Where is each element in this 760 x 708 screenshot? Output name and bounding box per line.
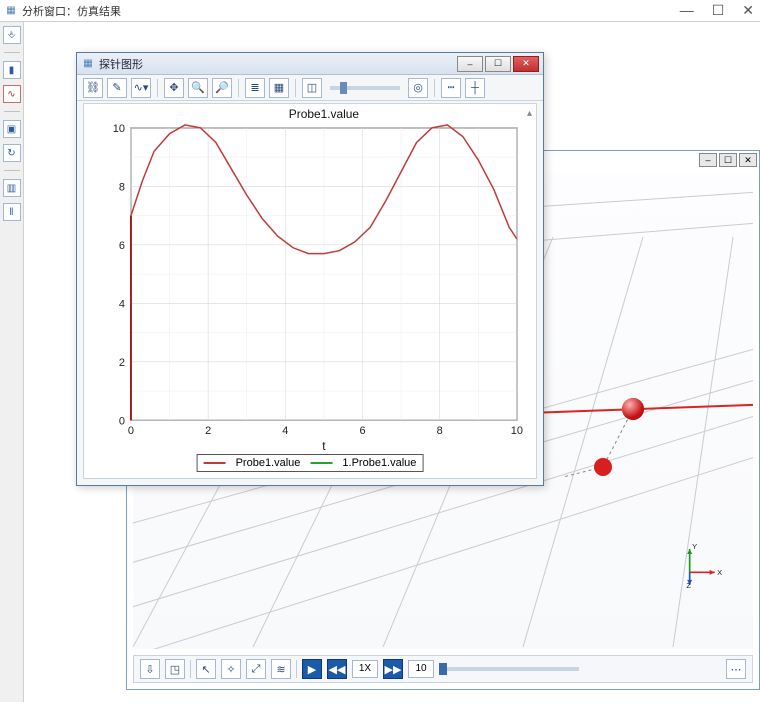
svg-text:10: 10: [511, 425, 523, 437]
axes-icon[interactable]: ┼: [465, 78, 485, 98]
scroll-up-icon[interactable]: ▴: [527, 108, 532, 119]
tool-anchor-icon[interactable]: ⎀: [3, 26, 21, 44]
separator: [190, 660, 191, 678]
measure-icon[interactable]: ≋: [271, 659, 291, 679]
view-cube-icon[interactable]: ◳: [165, 659, 185, 679]
main-close-button[interactable]: ✕: [742, 2, 754, 19]
playback-slider-thumb[interactable]: [439, 663, 447, 675]
tool-grid-icon[interactable]: ▥: [3, 179, 21, 197]
export-icon[interactable]: ⇩: [140, 659, 160, 679]
playback-frame-readout: 10: [408, 660, 434, 678]
body-sphere-gloss: [622, 398, 644, 420]
separator: [238, 79, 239, 97]
viewport-window-controls: – ☐ ✕: [699, 153, 757, 167]
wave-icon[interactable]: ∿▾: [131, 78, 151, 98]
rewind-button[interactable]: ◀◀: [327, 659, 347, 679]
probe-titlebar[interactable]: ▦ 探针图形 – ☐ ✕: [77, 53, 543, 75]
probe-maximize-button[interactable]: ☐: [485, 56, 511, 72]
axis-compass: X Y Z: [673, 539, 723, 589]
value-slider[interactable]: [330, 86, 400, 90]
ruler-icon[interactable]: ┉: [441, 78, 461, 98]
legend-label-1: Probe1.value: [236, 457, 301, 469]
zoom-in-icon[interactable]: 🔍: [188, 78, 208, 98]
fastforward-button[interactable]: ▶▶: [383, 659, 403, 679]
pan-icon[interactable]: ✧: [221, 659, 241, 679]
tool-pipe-icon[interactable]: ‖: [3, 203, 21, 221]
pan-tool-icon[interactable]: ✥: [164, 78, 184, 98]
probe-title: 探针图形: [99, 56, 143, 72]
tool-probe-icon[interactable]: ∿: [3, 85, 21, 103]
svg-text:4: 4: [282, 425, 288, 437]
separator: [157, 79, 158, 97]
svg-text:2: 2: [119, 357, 125, 369]
legend-swatch: [310, 462, 332, 464]
tool-bar-chart-icon[interactable]: ▮: [3, 61, 21, 79]
left-icon-toolbar: ⎀ ▮ ∿ ▣ ↻ ▥ ‖: [0, 22, 24, 702]
chart-legend: Probe1.value 1.Probe1.value: [197, 454, 424, 472]
svg-text:t: t: [322, 439, 326, 453]
slider-thumb[interactable]: [340, 82, 347, 94]
target-icon[interactable]: ◎: [408, 78, 428, 98]
svg-text:2: 2: [205, 425, 211, 437]
separator: [4, 170, 20, 171]
probe-window-controls: – ☐ ✕: [457, 56, 539, 72]
body-sphere: [594, 458, 612, 476]
svg-text:6: 6: [119, 240, 125, 252]
playback-slider-track[interactable]: [439, 667, 579, 671]
svg-text:10: 10: [113, 123, 125, 135]
marker-icon[interactable]: ◫: [302, 78, 322, 98]
legend-label-2: 1.Probe1.value: [342, 457, 416, 469]
list-icon[interactable]: ≣: [245, 78, 265, 98]
viewport-maximize-button[interactable]: ☐: [719, 153, 737, 167]
axis-z-label: Z: [686, 581, 691, 589]
svg-text:0: 0: [119, 415, 125, 427]
separator: [296, 660, 297, 678]
svg-text:0: 0: [128, 425, 134, 437]
probe-plot-window: ▦ 探针图形 – ☐ ✕ ⛓ ✎ ∿▾ ✥ 🔍 🔎 ≣ ▦ ◫ ◎ ┉ ┼ 0 2…: [76, 52, 544, 486]
playback-scale-readout: 1X: [352, 660, 378, 678]
main-maximize-button[interactable]: ☐: [712, 2, 725, 19]
main-window-controls: — ☐ ✕: [680, 2, 754, 19]
svg-text:6: 6: [359, 425, 365, 437]
pointer-icon[interactable]: ↖: [196, 659, 216, 679]
settings-icon[interactable]: ⋯: [726, 659, 746, 679]
separator: [4, 111, 20, 112]
tool-cube-icon[interactable]: ▣: [3, 120, 21, 138]
link-icon[interactable]: ⛓: [83, 78, 103, 98]
separator: [295, 79, 296, 97]
svg-text:Probe1.value: Probe1.value: [289, 107, 360, 121]
probe-plot-area[interactable]: 0 2 4 6 8 10 0 2 4 6 8 10 Probe1.value t Probe1.value…: [83, 103, 537, 479]
zoom-out-icon[interactable]: 🔎: [212, 78, 232, 98]
main-minimize-button[interactable]: —: [680, 2, 694, 19]
separator: [4, 52, 20, 53]
analysis-icon: ▦: [4, 4, 18, 18]
viewport-playback-toolbar: ⇩ ◳ ↖ ✧ ⤢ ≋ ▶ ◀◀ 1X ▶▶ 10 ⋯: [133, 655, 753, 683]
main-titlebar: ▦ 分析窗口：仿真结果 — ☐ ✕: [0, 0, 760, 22]
play-button[interactable]: ▶: [302, 659, 322, 679]
tool-loop-icon[interactable]: ↻: [3, 144, 21, 162]
svg-text:4: 4: [119, 298, 125, 310]
probe-minimize-button[interactable]: –: [457, 56, 483, 72]
fit-icon[interactable]: ⤢: [246, 659, 266, 679]
axis-x-label: X: [717, 568, 722, 577]
separator: [434, 79, 435, 97]
probe-chart-svg: 0 2 4 6 8 10 0 2 4 6 8 10 Probe1.value t: [84, 104, 536, 478]
svg-text:8: 8: [119, 181, 125, 193]
legend-swatch: [204, 462, 226, 464]
main-title: 分析窗口：仿真结果: [22, 3, 121, 19]
probe-toolbar: ⛓ ✎ ∿▾ ✥ 🔍 🔎 ≣ ▦ ◫ ◎ ┉ ┼: [77, 75, 543, 101]
viewport-close-button[interactable]: ✕: [739, 153, 757, 167]
grid-toggle-icon[interactable]: ▦: [269, 78, 289, 98]
probe-close-button[interactable]: ✕: [513, 56, 539, 72]
viewport-minimize-button[interactable]: –: [699, 153, 717, 167]
probe-window-icon: ▦: [81, 57, 95, 71]
edit-icon[interactable]: ✎: [107, 78, 127, 98]
axis-y-label: Y: [692, 542, 697, 551]
svg-text:8: 8: [437, 425, 443, 437]
